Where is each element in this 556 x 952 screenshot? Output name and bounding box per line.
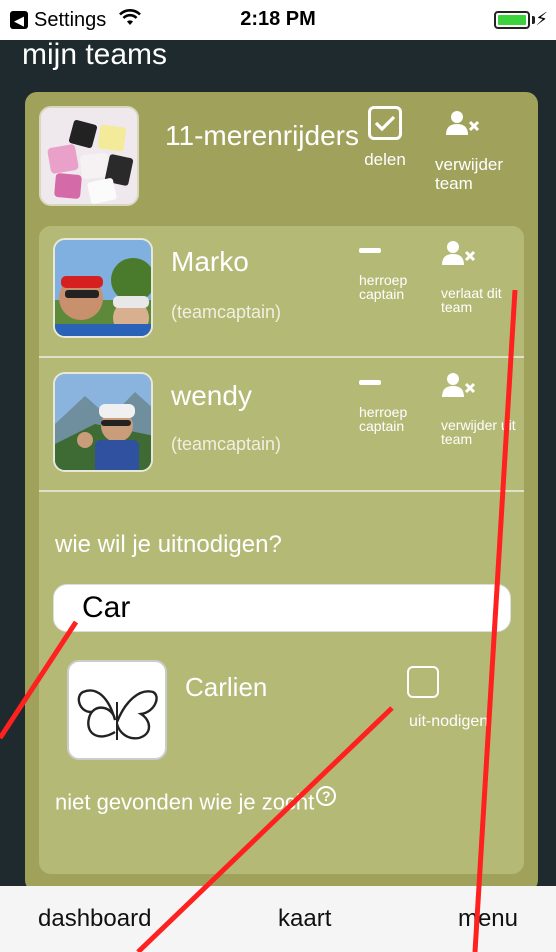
battery-icon [494,11,530,29]
avatar [53,372,153,472]
avatar [53,238,153,338]
help-icon[interactable]: ? [316,786,337,806]
member-row: Marko (teamcaptain) herroep captain verl… [39,226,524,356]
minus-icon [359,248,381,253]
remove-user-icon [443,110,483,141]
invite-label: uit-nodigen [409,713,489,730]
not-found-label: niet gevonden wie je zocht [55,789,315,815]
member-role: (teamcaptain) [171,434,282,454]
revoke-captain-button[interactable]: herroep captain [359,248,429,301]
search-input[interactable] [53,584,511,632]
remove-team-label: verwijder team [435,155,504,193]
team-photo[interactable] [39,106,139,206]
status-time: 2:18 PM [240,8,316,30]
invite-checkbox[interactable] [407,666,439,698]
tab-dashboard[interactable]: dashboard [38,905,151,933]
remove-from-team-button[interactable]: verwijder uit team [441,372,521,446]
members-card: Marko (teamcaptain) herroep captain verl… [39,226,524,874]
share-label: delen [364,150,406,169]
revoke-captain-label: herroep captain [359,272,408,302]
member-name: wendy [171,380,252,411]
team-name: 11-merenrijders [165,120,359,151]
result-name: Carlien [185,672,268,702]
divider [39,490,524,492]
invite-prompt: wie wil je uitnodigen? [55,531,282,558]
checkbox-checked-icon[interactable] [368,106,402,140]
leave-team-button[interactable]: verlaat dit team [441,240,521,314]
remove-user-icon [441,372,521,400]
team-card: 11-merenrijders delen verwijder team Mar… [25,92,538,892]
leave-team-label: verlaat dit team [441,285,502,315]
member-row: wendy (teamcaptain) herroep captain verw… [39,358,524,488]
revoke-captain-button[interactable]: herroep captain [359,380,429,433]
minus-icon [359,380,381,385]
tab-menu[interactable]: menu [458,905,518,933]
remove-from-team-label: verwijder uit team [441,417,516,447]
tab-kaart[interactable]: kaart [278,905,331,933]
not-found-link[interactable]: niet gevonden wie je zocht? [55,786,337,815]
remove-user-icon [441,240,521,268]
tab-bar: dashboard kaart menu [0,886,556,952]
member-name: Marko [171,246,249,277]
avatar [67,660,167,760]
share-toggle[interactable]: delen [355,106,415,169]
revoke-captain-label: herroep captain [359,404,408,434]
page-title: mijn teams [22,38,168,71]
charging-icon: ⚡︎ [535,9,548,29]
status-bar: ◀ Settings 2:18 PM ⚡︎ [0,0,556,40]
remove-team-button[interactable]: verwijder team [435,110,525,193]
member-role: (teamcaptain) [171,302,282,322]
